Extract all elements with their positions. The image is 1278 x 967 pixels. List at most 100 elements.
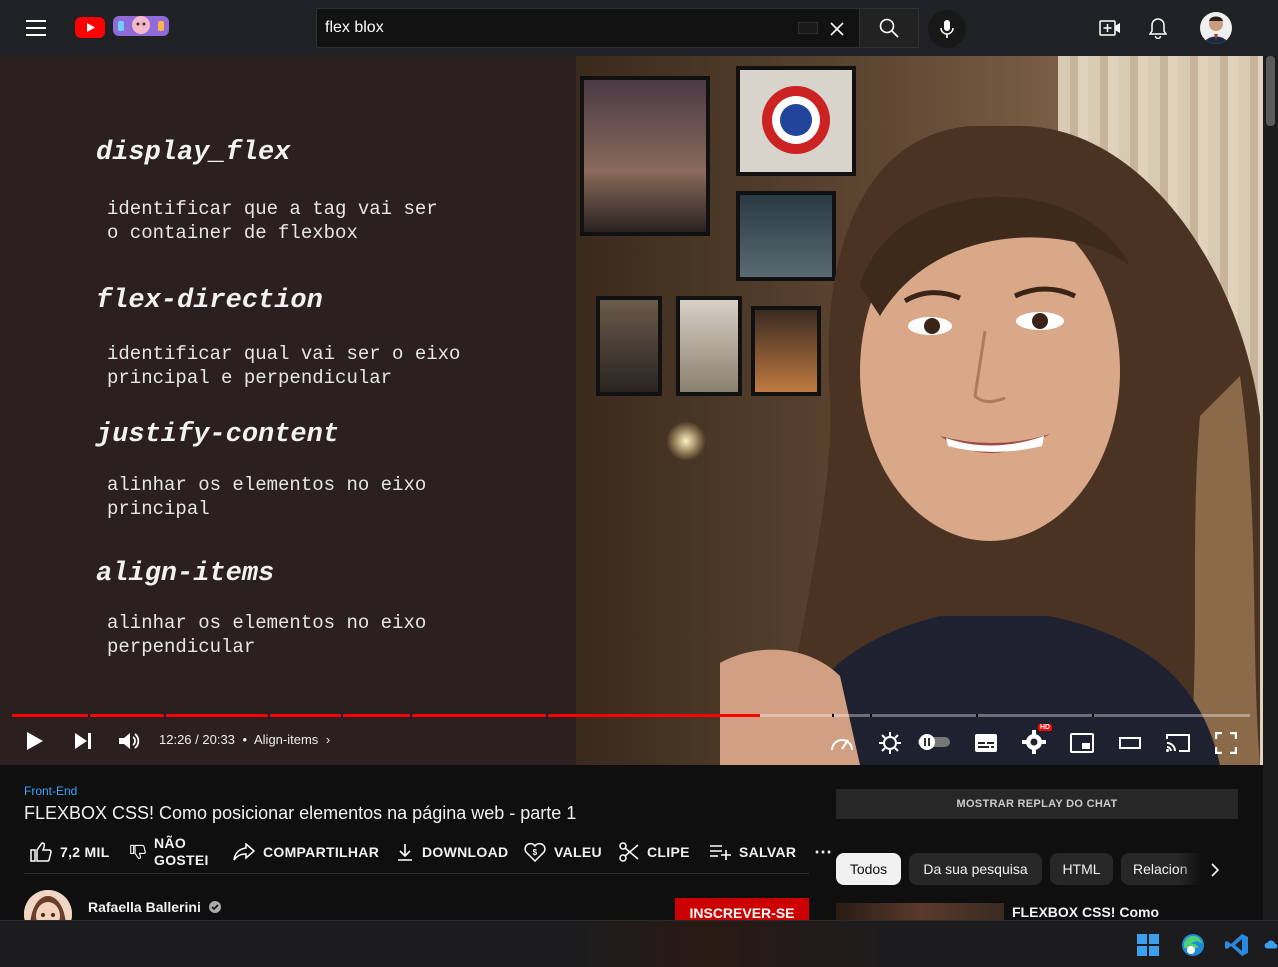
search-icon xyxy=(879,18,899,38)
presenter xyxy=(720,126,1260,765)
masthead: flex blox xyxy=(0,0,1278,56)
watch-metadata: Front-End FLEXBOX CSS! Como posicionar e… xyxy=(0,765,1278,938)
slide-text-1: identificar que a tag vai ser o containe… xyxy=(107,198,438,244)
slide-text-4: alinhar os elementos no eixo perpendicul… xyxy=(107,612,427,658)
progress-played xyxy=(12,714,761,717)
play-icon[interactable] xyxy=(20,726,50,756)
related-video-title[interactable]: FLEXBOX CSS! Como xyxy=(1012,904,1159,920)
edge-browser-icon[interactable] xyxy=(1178,930,1208,960)
vscode-icon[interactable] xyxy=(1222,930,1252,960)
settings-icon[interactable]: HD xyxy=(1018,724,1053,758)
page-scrollbar[interactable] xyxy=(1263,56,1278,920)
channel-name[interactable]: Rafaella Ballerini xyxy=(88,899,221,915)
like-button[interactable]: 7,2 MIL xyxy=(30,832,110,872)
more-actions-button[interactable]: ⋯ xyxy=(814,832,832,872)
subtitles-icon[interactable] xyxy=(970,728,1002,758)
windows-start-icon[interactable] xyxy=(1134,931,1162,959)
notifications-bell-icon[interactable] xyxy=(1144,14,1172,42)
download-button[interactable]: DOWNLOAD xyxy=(396,832,508,872)
hamburger-menu-icon[interactable] xyxy=(20,12,52,44)
search-input[interactable]: flex blox xyxy=(316,8,860,48)
svg-text:$: $ xyxy=(533,848,538,857)
slide-heading-2: flex-direction xyxy=(96,286,323,316)
clip-button[interactable]: CLIPE xyxy=(619,832,690,872)
chapter-marker xyxy=(1092,714,1094,717)
clip-label: CLIPE xyxy=(647,844,690,860)
create-video-icon[interactable] xyxy=(1096,14,1124,42)
scissors-icon xyxy=(619,842,639,862)
download-label: DOWNLOAD xyxy=(422,844,509,860)
youtube-doodle-icon[interactable] xyxy=(112,13,170,39)
video-player[interactable]: display_flex identificar que a tag vai s… xyxy=(0,56,1263,765)
slide-text-2: identificar qual vai ser o eixo principa… xyxy=(107,343,461,389)
chapter-marker xyxy=(88,714,90,717)
time-display: 12:26 / 20:33 • Align-items › xyxy=(159,732,330,747)
youtube-logo-icon[interactable] xyxy=(75,16,105,38)
chapter-marker xyxy=(341,714,343,717)
fullscreen-icon[interactable] xyxy=(1210,728,1242,758)
lamp-light xyxy=(666,421,706,461)
chevron-right-icon[interactable]: › xyxy=(326,732,330,747)
account-avatar-icon[interactable] xyxy=(1200,12,1232,44)
poster-frame xyxy=(580,76,710,236)
save-label: SALVAR xyxy=(739,844,797,860)
slide-heading-3: justify-content xyxy=(96,420,340,450)
slide-panel: display_flex identificar que a tag vai s… xyxy=(0,56,576,765)
search-query[interactable]: flex blox xyxy=(325,19,384,37)
video-title: FLEXBOX CSS! Como posicionar elementos n… xyxy=(24,803,577,823)
verified-badge-icon xyxy=(208,901,221,913)
chevron-right-icon xyxy=(1211,862,1220,877)
share-icon xyxy=(233,843,255,861)
chapter-marker xyxy=(410,714,412,717)
like-count: 7,2 MIL xyxy=(60,844,110,860)
progress-bar[interactable] xyxy=(12,714,1250,717)
poster-frame xyxy=(596,296,662,396)
chapter-separator: • xyxy=(242,732,248,747)
chapter-marker xyxy=(546,714,548,717)
clear-search-icon[interactable] xyxy=(825,17,849,41)
channel-name-text: Rafaella Ballerini xyxy=(88,899,201,915)
time-label: 12:26 / 20:33 xyxy=(159,732,235,747)
playlist-add-icon xyxy=(710,845,731,860)
more-horizontal-icon: ⋯ xyxy=(814,841,833,862)
keyboard-icon[interactable] xyxy=(797,21,819,35)
share-label: COMPARTILHAR xyxy=(263,844,380,860)
dislike-label-line2: GOSTEI xyxy=(154,852,209,868)
thanks-label: VALEU xyxy=(554,844,602,860)
search-button[interactable] xyxy=(859,8,919,48)
chip-html[interactable]: HTML xyxy=(1050,853,1113,885)
chapter-title[interactable]: Align-items xyxy=(254,732,318,747)
share-button[interactable]: COMPARTILHAR xyxy=(233,832,379,872)
chapter-marker xyxy=(268,714,270,717)
chip-da-sua-pesquisa[interactable]: Da sua pesquisa xyxy=(909,853,1042,885)
scrollbar-thumb[interactable] xyxy=(1266,56,1275,126)
show-chat-replay-button[interactable]: MOSTRAR REPLAY DO CHAT xyxy=(836,789,1238,819)
divider xyxy=(24,873,809,874)
os-taskbar xyxy=(0,920,1278,967)
slide-heading-1: display_flex xyxy=(96,138,291,168)
theater-mode-icon[interactable] xyxy=(1114,728,1146,758)
microphone-icon[interactable] xyxy=(928,10,966,48)
miniplayer-icon[interactable] xyxy=(1066,728,1098,758)
ambient-mode-icon[interactable] xyxy=(874,728,906,758)
playback-speed-icon[interactable] xyxy=(826,728,858,758)
chapter-marker xyxy=(164,714,166,717)
download-icon xyxy=(398,844,412,861)
dislike-label-line1: NÃO xyxy=(154,835,187,851)
thanks-button[interactable]: $ VALEU xyxy=(524,832,602,872)
chip-todos[interactable]: Todos xyxy=(836,853,901,885)
hd-badge: HD xyxy=(1038,724,1053,731)
thumbs-down-icon xyxy=(130,844,146,860)
next-icon[interactable] xyxy=(68,726,98,756)
video-category-link[interactable]: Front-End xyxy=(24,784,77,798)
super-thanks-heart-icon: $ xyxy=(524,842,546,862)
autoplay-toggle-icon[interactable] xyxy=(914,730,954,754)
chips-next-button[interactable] xyxy=(1178,844,1238,895)
cloud-app-icon[interactable] xyxy=(1264,933,1278,957)
chapter-marker xyxy=(832,714,834,717)
cast-icon[interactable] xyxy=(1162,728,1194,758)
dislike-button[interactable]: NÃO GOSTEI xyxy=(130,832,209,872)
save-button[interactable]: SALVAR xyxy=(709,832,796,872)
thumbs-up-icon xyxy=(30,842,52,862)
volume-icon[interactable] xyxy=(114,726,144,756)
